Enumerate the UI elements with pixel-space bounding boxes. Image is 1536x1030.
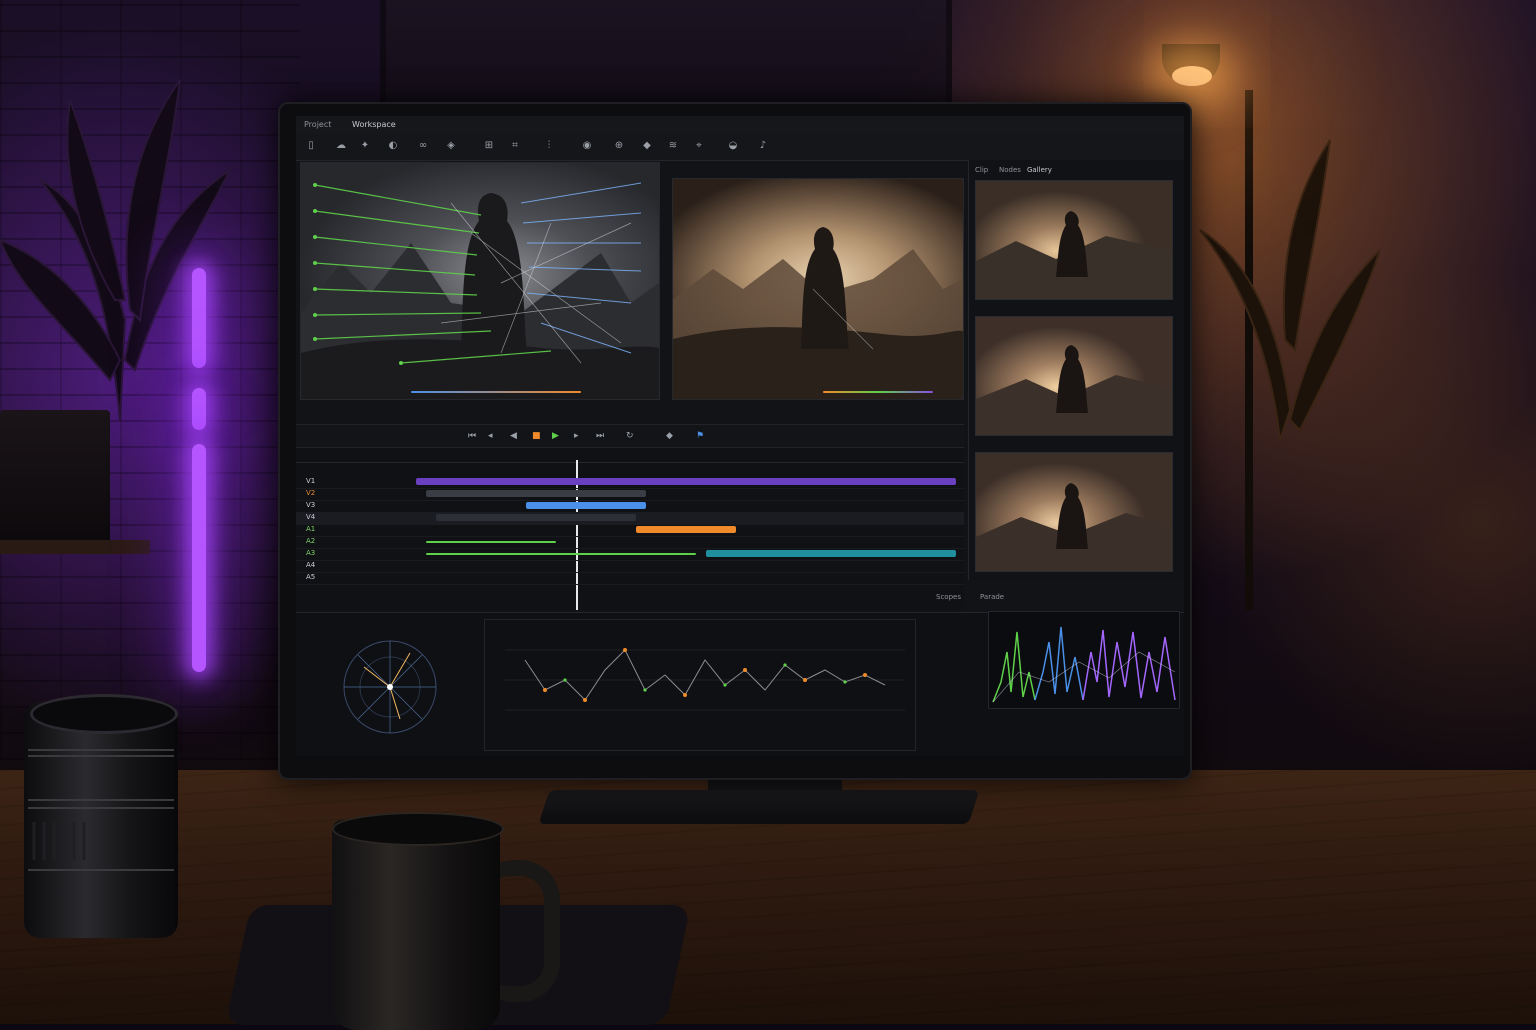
lamp-bulb: [1172, 66, 1212, 86]
coffee-mug: [332, 820, 500, 1030]
timeline: V1 V2 V3 V4 A1 A2 A3 A4 A5: [296, 448, 964, 610]
panel-tab[interactable]: Nodes: [999, 166, 1021, 174]
effect-icon[interactable]: ◐: [386, 140, 400, 152]
wand-icon[interactable]: ✦: [358, 140, 372, 152]
line-graph-panel: [484, 619, 916, 751]
menu-item-project[interactable]: Project: [304, 120, 331, 129]
stop-icon[interactable]: ■: [532, 431, 541, 441]
vectorscope: [343, 640, 437, 734]
monitor-stand-base: [538, 790, 980, 824]
neon-light: [192, 388, 206, 430]
thumbnail-scene: [976, 211, 1172, 299]
audio-clip[interactable]: [636, 526, 736, 533]
lens-rings: [28, 749, 174, 871]
skip-forward-icon[interactable]: ⏭: [596, 431, 604, 441]
eye-icon[interactable]: ◉: [580, 140, 594, 152]
track-label: A3: [306, 549, 316, 557]
gallery-thumbnail[interactable]: [975, 180, 1173, 300]
grid-icon[interactable]: ⊞: [482, 140, 496, 152]
audio-clip[interactable]: [426, 553, 696, 555]
thumbnail-scene: [976, 345, 1172, 435]
step-forward-icon[interactable]: ▸: [574, 431, 579, 441]
flag-icon[interactable]: ⚑: [696, 431, 704, 441]
menu-item-workspace[interactable]: Workspace: [352, 120, 396, 129]
loop-icon[interactable]: ↻: [626, 431, 634, 441]
mug-rim: [332, 812, 504, 846]
plant-pot: [0, 410, 110, 550]
camera-lens-cap: [30, 694, 178, 734]
color-icon[interactable]: ◒: [726, 140, 740, 152]
marker-icon[interactable]: ◆: [666, 431, 673, 441]
video-clip[interactable]: [416, 478, 956, 485]
video-clip[interactable]: [426, 490, 646, 497]
neon-light: [192, 268, 206, 368]
scopes-label: Scopes: [936, 593, 961, 601]
tracker-icon[interactable]: ⊕: [612, 140, 626, 152]
scene-mountains: [301, 182, 659, 399]
track-label: V4: [306, 513, 316, 521]
parade-label: Parade: [980, 593, 1005, 601]
gallery-panel: Clip Nodes Gallery: [968, 160, 1184, 580]
audio-clip[interactable]: [526, 502, 646, 509]
track-label: A2: [306, 537, 316, 545]
scrub-bar[interactable]: [823, 391, 933, 393]
track-row: A5: [296, 572, 964, 585]
menu-bar: Project Workspace: [296, 116, 1184, 134]
video-clip[interactable]: [436, 514, 636, 521]
stabilize-icon[interactable]: ⌖: [692, 140, 706, 152]
cloud-icon[interactable]: ☁: [334, 140, 348, 152]
line-graph: [505, 648, 905, 711]
split-icon[interactable]: ⫶: [542, 140, 556, 152]
link-icon[interactable]: ∞: [416, 140, 430, 152]
node-icon[interactable]: ◈: [444, 140, 458, 152]
gallery-thumbnail[interactable]: [975, 316, 1173, 436]
program-viewer[interactable]: [672, 178, 964, 400]
blur-icon[interactable]: ≋: [666, 140, 680, 152]
parade-waveform: [992, 626, 1176, 703]
play-icon[interactable]: ▶: [552, 431, 559, 441]
transport-controls: ⏮ ◂ ◀ ■ ▶ ▸ ⏭ ↻ ◆ ⚑: [296, 424, 964, 448]
parade-scope: [988, 611, 1180, 709]
shelf: [0, 540, 150, 554]
timeline-ruler[interactable]: [296, 448, 964, 463]
panel-tab[interactable]: Gallery: [1027, 166, 1052, 174]
step-back-icon[interactable]: ◂: [488, 431, 493, 441]
neon-light: [192, 444, 206, 672]
keyframe-icon[interactable]: ◆: [640, 140, 654, 152]
track-label: V2: [306, 489, 316, 497]
tracking-viewer[interactable]: [300, 162, 660, 400]
plant-right: [1199, 139, 1380, 440]
audio-clip[interactable]: [426, 541, 556, 543]
crop-icon[interactable]: ⌗: [508, 140, 522, 152]
track-label: A5: [306, 573, 316, 581]
clip-icon[interactable]: ▯: [304, 140, 318, 152]
track-label: V3: [306, 501, 316, 509]
audio-icon[interactable]: ♪: [756, 140, 770, 152]
track-label: A1: [306, 525, 316, 533]
audio-clip[interactable]: [706, 550, 956, 557]
toolbar: ▯ ☁ ✦ ◐ ∞ ◈ ⊞ ⌗ ⫶ ◉ ⊕ ◆ ≋ ⌖ ◒ ♪: [296, 134, 1184, 161]
skip-back-icon[interactable]: ⏮: [468, 431, 476, 441]
thumbnail-scene: [976, 483, 1172, 571]
editing-app-window: Project Workspace ▯ ☁ ✦ ◐ ∞ ◈ ⊞ ⌗ ⫶ ◉ ⊕ …: [296, 116, 1184, 756]
scopes-panel: Scopes Parade: [296, 593, 1184, 756]
scrub-bar[interactable]: [411, 391, 581, 393]
scene-mountains: [673, 227, 963, 399]
panel-tab[interactable]: Clip: [975, 166, 988, 174]
play-reverse-icon[interactable]: ◀: [510, 431, 517, 441]
track-label: A4: [306, 561, 316, 569]
track-label: V1: [306, 477, 316, 485]
plant-left: [0, 79, 233, 420]
gallery-thumbnail[interactable]: [975, 452, 1173, 572]
